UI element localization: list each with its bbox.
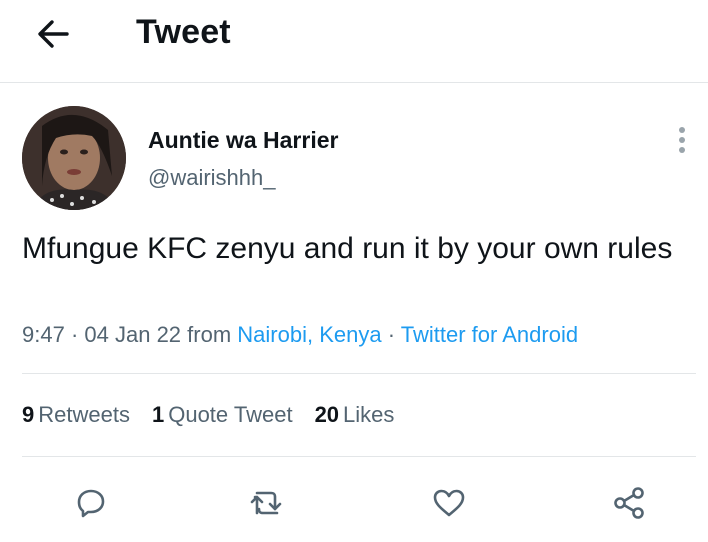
from-word: from — [187, 322, 232, 347]
divider — [22, 373, 696, 374]
action-bar — [0, 478, 708, 528]
share-icon — [614, 487, 644, 519]
separator: · — [70, 322, 79, 347]
like-icon — [433, 489, 465, 517]
quotes-count: 1 — [151, 402, 165, 427]
more-vertical-icon — [679, 127, 685, 133]
likes-label: Likes — [343, 402, 395, 427]
back-button[interactable] — [30, 14, 76, 54]
tweet-time: 9:47 — [22, 322, 65, 347]
like-button[interactable] — [426, 480, 472, 526]
retweets-stat[interactable]: 9 Retweets — [22, 400, 130, 430]
share-button[interactable] — [606, 480, 652, 526]
source-link[interactable]: Twitter for Android — [401, 322, 578, 347]
quotes-label: Quote Tweet — [168, 402, 293, 427]
retweets-label: Retweets — [38, 402, 130, 427]
tweet-text: Mfungue KFC zenyu and run it by your own… — [22, 232, 673, 265]
divider — [22, 456, 696, 457]
tweet-meta: 9:47 · 04 Jan 22 from Nairobi, Kenya · T… — [22, 320, 578, 350]
retweet-button[interactable] — [244, 480, 290, 526]
avatar[interactable] — [22, 106, 126, 210]
reply-icon — [77, 489, 105, 518]
likes-stat[interactable]: 20 Likes — [315, 400, 395, 430]
likes-count: 20 — [314, 402, 340, 427]
quotes-stat[interactable]: 1 Quote Tweet — [152, 400, 293, 430]
more-dot — [679, 137, 685, 143]
more-dot — [679, 147, 685, 153]
author-handle[interactable]: @wairishhh_ — [148, 164, 276, 192]
reply-button[interactable] — [68, 480, 114, 526]
retweets-count: 9 — [22, 402, 35, 427]
avatar-photo — [22, 106, 126, 210]
tweet-stats: 9 Retweets 1 Quote Tweet 20 Likes — [22, 400, 416, 430]
author-name[interactable]: Auntie wa Harrier — [148, 126, 338, 154]
more-options-button[interactable] — [668, 120, 696, 160]
location-link[interactable]: Nairobi, Kenya — [237, 322, 381, 347]
top-bar: Tweet — [0, 0, 708, 83]
tweet-date: 04 Jan 22 — [84, 322, 182, 347]
arrow-left-icon — [38, 20, 69, 48]
retweet-icon — [250, 491, 282, 515]
separator: · — [387, 322, 396, 347]
page-title: Tweet — [136, 13, 231, 51]
